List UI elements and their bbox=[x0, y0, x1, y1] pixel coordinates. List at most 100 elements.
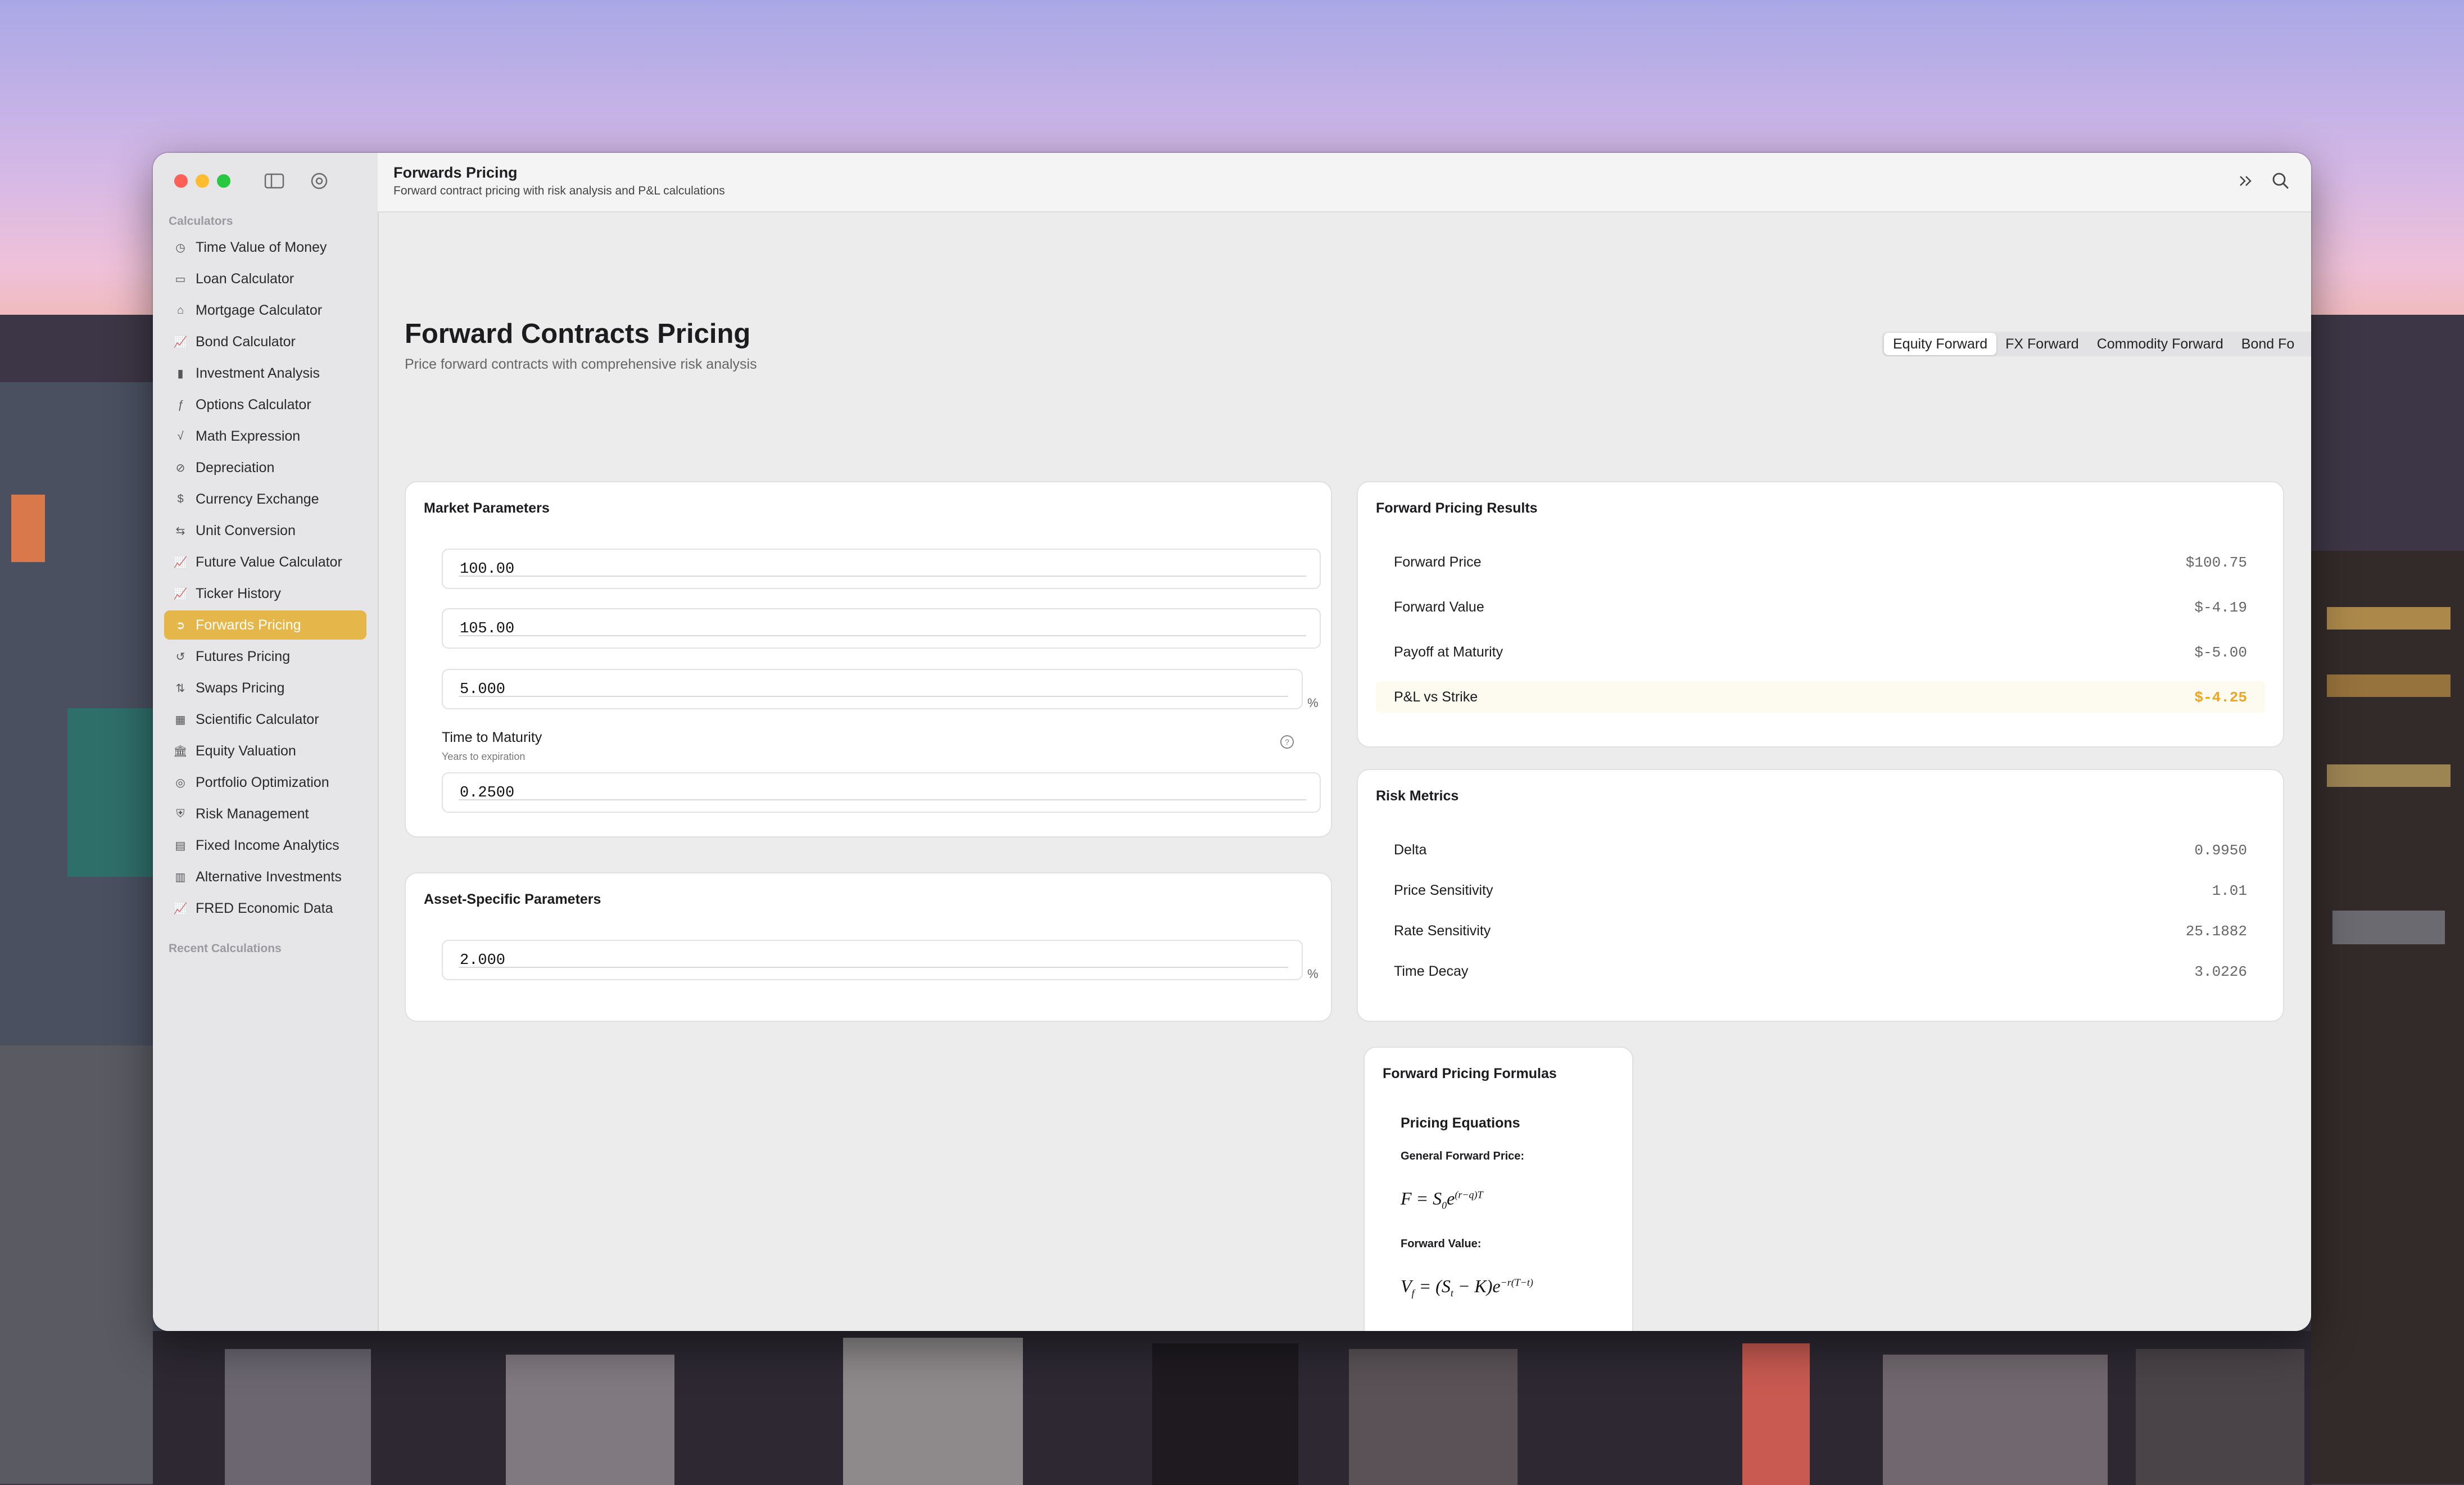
sidebar-item-label: Mortgage Calculator bbox=[196, 302, 323, 318]
chart-line-icon: 📈 bbox=[173, 336, 188, 348]
sidebar-item-swaps-pricing[interactable]: ⇅ Swaps Pricing bbox=[164, 673, 366, 703]
dollar-circle-icon: $ bbox=[177, 492, 184, 505]
sidebar-item-label: Swaps Pricing bbox=[196, 680, 285, 696]
sidebar-item-fixed-income-analytics[interactable]: ▤ Fixed Income Analytics bbox=[164, 831, 366, 860]
risk-free-rate-input[interactable]: 5.000 bbox=[442, 669, 1303, 709]
risk-metrics-card: Risk Metrics Delta 0.9950 Price Sensitiv… bbox=[1357, 769, 2284, 1022]
sidebar-item-label: Math Expression bbox=[196, 428, 301, 444]
result-value: $100.75 bbox=[2185, 554, 2247, 571]
sidebar-item-label: Portfolio Optimization bbox=[196, 774, 329, 790]
window-title: Forwards Pricing bbox=[393, 164, 518, 181]
strike-price-input[interactable]: 105.00 bbox=[442, 608, 1321, 649]
sidebar-item-bond-calculator[interactable]: 📈 Bond Calculator bbox=[164, 327, 366, 356]
zoom-window-button[interactable] bbox=[217, 174, 230, 188]
sidebar-toggle-icon[interactable] bbox=[263, 170, 286, 192]
risk-label: Rate Sensitivity bbox=[1394, 923, 1491, 939]
toolbar: Forwards Pricing Forward contract pricin… bbox=[378, 153, 2311, 212]
asset-parameters-title: Asset-Specific Parameters bbox=[424, 891, 601, 907]
sidebar-item-mortgage-calculator[interactable]: ⌂ Mortgage Calculator bbox=[164, 296, 366, 325]
sidebar-item-options-calculator[interactable]: ƒ Options Calculator bbox=[164, 390, 366, 419]
sidebar-item-future-value-calculator[interactable]: 📈 Future Value Calculator bbox=[164, 547, 366, 577]
clock-arrow-icon: ↺ bbox=[175, 650, 185, 663]
asset-type-segmented-control: Equity Forward FX Forward Commodity Forw… bbox=[1882, 332, 2311, 356]
risk-metrics-title: Risk Metrics bbox=[1376, 788, 1459, 804]
sidebar-item-currency-exchange[interactable]: $ Currency Exchange bbox=[164, 485, 366, 514]
page-title: Forward Contracts Pricing bbox=[405, 319, 751, 349]
sidebar-item-label: Investment Analysis bbox=[196, 365, 320, 381]
chevron-double-right-icon[interactable] bbox=[2235, 170, 2257, 192]
dividend-yield-input[interactable]: 2.000 bbox=[442, 940, 1303, 980]
sidebar-item-alternative-investments[interactable]: ▥ Alternative Investments bbox=[164, 862, 366, 891]
result-label: Forward Price bbox=[1394, 554, 1482, 570]
result-label: Payoff at Maturity bbox=[1394, 644, 1503, 660]
sqrt-icon: √ bbox=[177, 429, 184, 442]
risk-value: 0.9950 bbox=[2194, 842, 2247, 859]
minimize-window-button[interactable] bbox=[196, 174, 209, 188]
search-icon[interactable] bbox=[2270, 170, 2292, 192]
sidebar-item-label: Currency Exchange bbox=[196, 491, 319, 507]
spot-price-input[interactable]: 100.00 bbox=[442, 549, 1321, 589]
arrows-swap-icon: ⇆ bbox=[175, 524, 185, 537]
close-window-button[interactable] bbox=[174, 174, 188, 188]
sidebar-item-ticker-history[interactable]: 📈 Ticker History bbox=[164, 579, 366, 608]
sidebar-item-label: Time Value of Money bbox=[196, 239, 327, 255]
sidebar-item-futures-pricing[interactable]: ↺ Futures Pricing bbox=[164, 642, 366, 671]
tab-fx-forward[interactable]: FX Forward bbox=[1996, 333, 2088, 355]
page-subtitle: Price forward contracts with comprehensi… bbox=[405, 356, 757, 372]
risk-row-rate-sensitivity: Rate Sensitivity 25.1882 bbox=[1376, 915, 2265, 947]
chart-line-icon: 📈 bbox=[173, 556, 188, 569]
risk-label: Price Sensitivity bbox=[1394, 882, 1493, 898]
risk-label: Delta bbox=[1394, 842, 1427, 858]
app-window: Calculators ◷ Time Value of Money ▭ Loan C… bbox=[153, 153, 2311, 1331]
building-icon: ▥ bbox=[175, 871, 186, 884]
sidebar-item-scientific-calculator[interactable]: ▦ Scientific Calculator bbox=[164, 705, 366, 734]
sidebar-item-label: Futures Pricing bbox=[196, 648, 291, 664]
sidebar-item-investment-analysis[interactable]: ▮ Investment Analysis bbox=[164, 359, 366, 388]
sidebar-item-label: Scientific Calculator bbox=[196, 711, 319, 727]
sidebar-item-label: Future Value Calculator bbox=[196, 554, 342, 570]
sidebar-item-label: Unit Conversion bbox=[196, 522, 296, 538]
forward-results-title: Forward Pricing Results bbox=[1376, 500, 1538, 516]
forward-results-card: Forward Pricing Results Forward Price $1… bbox=[1357, 481, 2284, 748]
sidebar-item-time-value-of-money[interactable]: ◷ Time Value of Money bbox=[164, 233, 366, 262]
sidebar-item-label: FRED Economic Data bbox=[196, 900, 333, 916]
sidebar-item-depreciation[interactable]: ⊘ Depreciation bbox=[164, 453, 366, 482]
time-to-maturity-input[interactable]: 0.2500 bbox=[442, 772, 1321, 813]
formulas-card: Forward Pricing Formulas Pricing Equatio… bbox=[1364, 1047, 1633, 1331]
result-row-forward-value: Forward Value $-4.19 bbox=[1376, 591, 2265, 623]
sidebar-item-loan-calculator[interactable]: ▭ Loan Calculator bbox=[164, 264, 366, 293]
clock-icon: ◷ bbox=[175, 241, 185, 254]
result-label: Forward Value bbox=[1394, 599, 1484, 615]
result-row-forward-price: Forward Price $100.75 bbox=[1376, 546, 2265, 578]
sidebar-item-forwards-pricing[interactable]: ➲ Forwards Pricing bbox=[164, 610, 366, 640]
bank-icon: 🏛 bbox=[173, 745, 188, 758]
rate-unit-label: % bbox=[1307, 696, 1319, 710]
sidebar-item-risk-management[interactable]: ⛨ Risk Management bbox=[164, 799, 366, 828]
sidebar-item-label: Equity Valuation bbox=[196, 742, 296, 759]
target-icon: ◎ bbox=[175, 776, 185, 789]
credit-card-icon: ▭ bbox=[175, 273, 186, 286]
dividend-unit-label: % bbox=[1307, 967, 1319, 981]
sidebar-item-unit-conversion[interactable]: ⇆ Unit Conversion bbox=[164, 516, 366, 545]
ttm-label: Time to Maturity bbox=[442, 730, 542, 745]
tab-bond-forward[interactable]: Bond Fo bbox=[2232, 333, 2304, 355]
risk-row-delta: Delta 0.9950 bbox=[1376, 834, 2265, 866]
tab-equity-forward[interactable]: Equity Forward bbox=[1884, 333, 1997, 355]
asset-parameters-card: Asset-Specific Parameters 2.000 % bbox=[405, 872, 1332, 1022]
sidebar-item-math-expression[interactable]: √ Math Expression bbox=[164, 422, 366, 451]
tab-commodity-forward[interactable]: Commodity Forward bbox=[2088, 333, 2232, 355]
help-icon[interactable]: ? bbox=[1279, 734, 1295, 750]
risk-value: 25.1882 bbox=[2185, 923, 2247, 940]
calculator-icon: ▦ bbox=[175, 713, 186, 726]
result-value: $-4.19 bbox=[2194, 599, 2247, 616]
sidebar-item-portfolio-optimization[interactable]: ◎ Portfolio Optimization bbox=[164, 768, 366, 797]
sidebar-item-equity-valuation[interactable]: 🏛 Equity Valuation bbox=[164, 736, 366, 766]
sidebar-item-label: Options Calculator bbox=[196, 396, 311, 413]
sidebar: Calculators ◷ Time Value of Money ▭ Loan C… bbox=[153, 153, 379, 1331]
settings-gear-icon[interactable] bbox=[308, 170, 330, 192]
document-icon: ▤ bbox=[175, 839, 186, 852]
sidebar-item-fred-economic-data[interactable]: 📈 FRED Economic Data bbox=[164, 894, 366, 923]
general-forward-label: General Forward Price: bbox=[1401, 1150, 1525, 1162]
ttm-sublabel: Years to expiration bbox=[442, 751, 526, 762]
result-value: $-5.00 bbox=[2194, 644, 2247, 661]
